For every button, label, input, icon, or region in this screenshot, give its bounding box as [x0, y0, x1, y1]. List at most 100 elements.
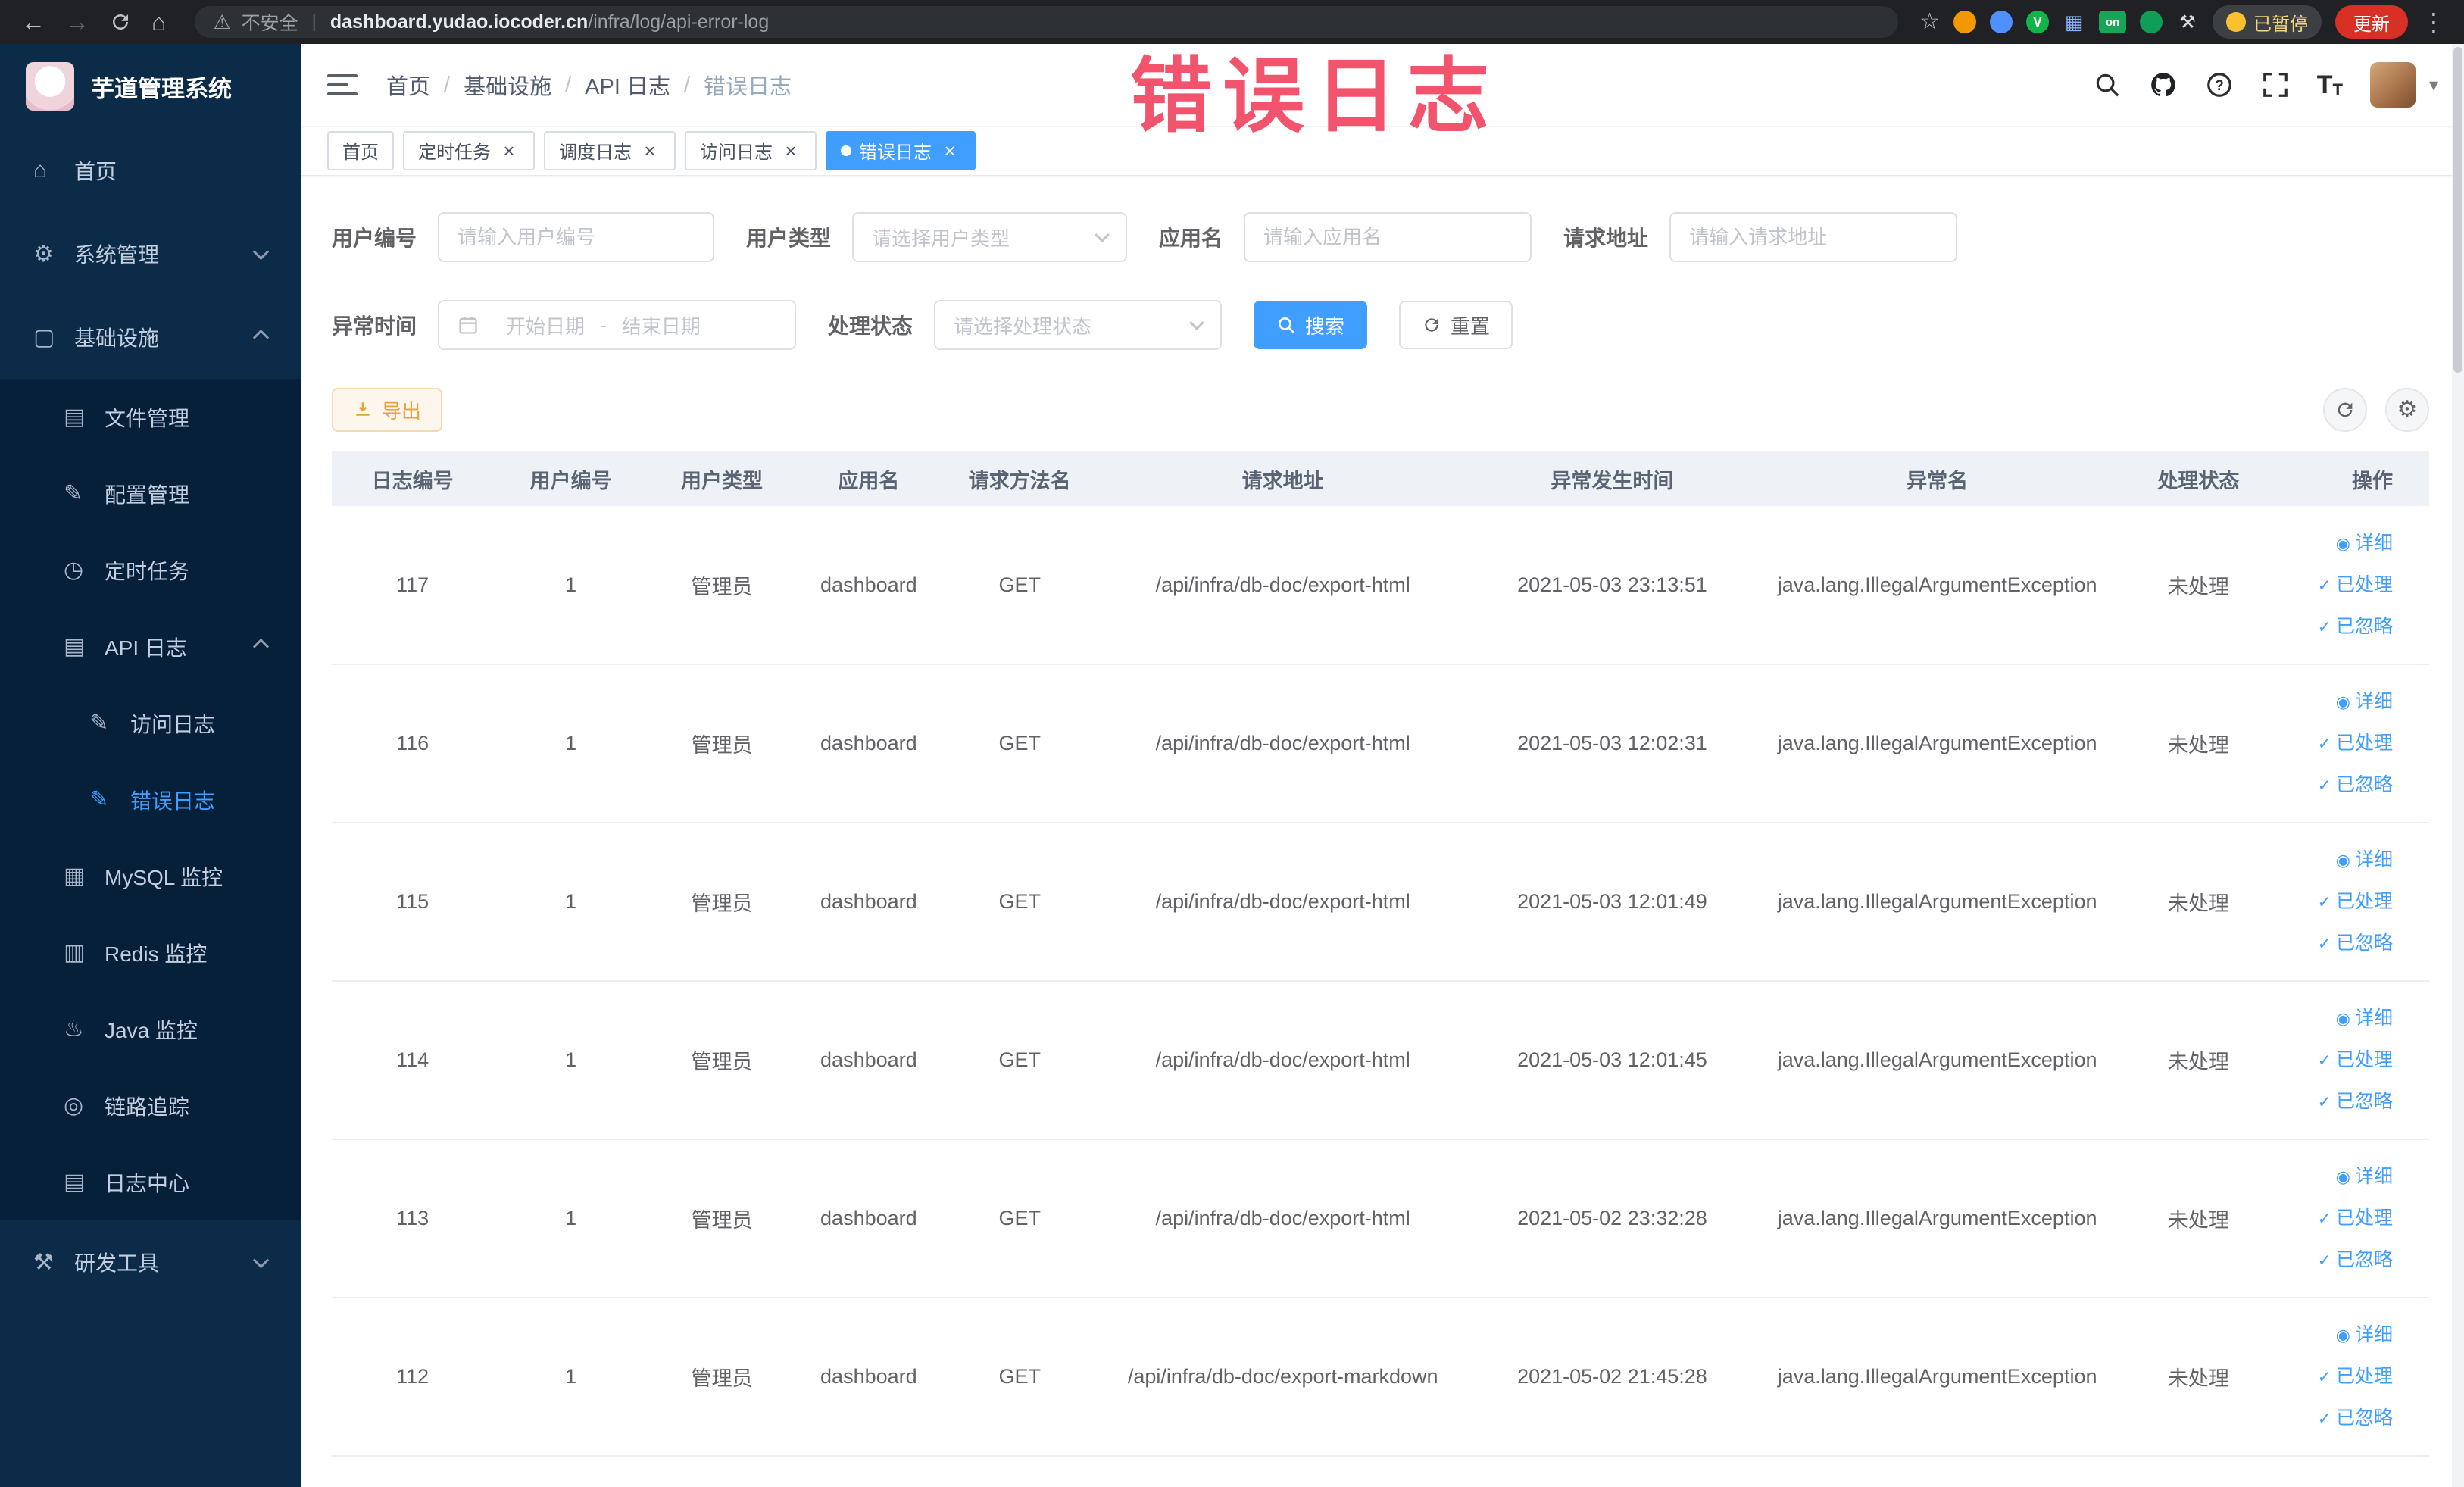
cell-method: GET: [942, 506, 1098, 665]
browser-menu-icon[interactable]: ⋮: [2422, 10, 2446, 34]
reload-icon[interactable]: [109, 11, 132, 33]
reset-button[interactable]: 重置: [1399, 301, 1513, 349]
sidebar-item-java[interactable]: ♨ Java 监控: [0, 991, 301, 1067]
extension-icon[interactable]: [1953, 11, 1976, 33]
exception-time-label: 异常时间: [332, 314, 417, 338]
paused-badge[interactable]: 已暂停: [2213, 5, 2322, 39]
app-logo[interactable]: 芋道管理系统: [0, 44, 301, 129]
user-type-label: 用户类型: [746, 226, 832, 250]
ignored-link[interactable]: ✓ 已忽略: [2278, 923, 2393, 964]
breadcrumb-item[interactable]: 首页: [386, 69, 430, 101]
user-avatar[interactable]: [2369, 62, 2416, 108]
exception-time-range[interactable]: 开始日期 - 结束日期: [438, 300, 797, 350]
sidebar-item-error-log[interactable]: ✎ 错误日志: [0, 761, 301, 838]
extension-icon[interactable]: ▦: [2063, 11, 2085, 33]
sidebar-item-access-log[interactable]: ✎ 访问日志: [0, 685, 301, 761]
cell-url: /api/infra/db-doc/export-html: [1097, 823, 1469, 982]
cell-app: dashboard: [795, 1139, 942, 1298]
home-icon[interactable]: ⌂: [151, 10, 166, 34]
detail-link[interactable]: ◉ 详细: [2278, 1314, 2393, 1356]
cell-id: 114: [332, 981, 494, 1140]
process-status-select[interactable]: 请选择处理状态: [934, 300, 1223, 350]
update-button[interactable]: 更新: [2335, 5, 2408, 39]
extension-icon[interactable]: [1990, 11, 2013, 33]
ignored-link[interactable]: ✓ 已忽略: [2278, 1398, 2393, 1439]
column-header: 处理状态: [2119, 451, 2278, 506]
extension-icon[interactable]: ⚒: [2176, 11, 2199, 33]
sidebar-item-infra[interactable]: ▢ 基础设施: [0, 295, 301, 379]
search-icon[interactable]: [2093, 70, 2122, 99]
close-icon[interactable]: ×: [780, 140, 801, 161]
sidebar-item-config[interactable]: ✎ 配置管理: [0, 455, 301, 532]
sidebar-item-file[interactable]: ▤ 文件管理: [0, 379, 301, 455]
cell-time: 2021-05-02 21:45:28: [1468, 1298, 1757, 1457]
app-name-input[interactable]: [1244, 212, 1532, 262]
ignored-link[interactable]: ✓ 已忽略: [2278, 1239, 2393, 1281]
detail-link[interactable]: ◉ 详细: [2278, 681, 2393, 723]
fullscreen-icon[interactable]: [2261, 70, 2290, 99]
detail-link[interactable]: ◉ 详细: [2278, 523, 2393, 564]
github-icon[interactable]: [2149, 70, 2178, 99]
processed-link[interactable]: ✓ 已处理: [2278, 723, 2393, 764]
detail-link[interactable]: ◉ 详细: [2278, 998, 2393, 1039]
help-icon[interactable]: ?: [2205, 70, 2234, 99]
refresh-button[interactable]: [2323, 388, 2367, 432]
cell-id: 115: [332, 823, 494, 982]
sidebar-item-mysql[interactable]: ▦ MySQL 监控: [0, 838, 301, 914]
check-icon: ✓: [2317, 617, 2331, 636]
processed-link[interactable]: ✓ 已处理: [2278, 1356, 2393, 1398]
extension-icon[interactable]: on: [2099, 11, 2126, 33]
scrollbar-thumb[interactable]: [2453, 47, 2462, 373]
sidebar-item-api-log[interactable]: ▤ API 日志: [0, 608, 301, 685]
request-url-input[interactable]: [1669, 212, 1958, 262]
tab-access-log[interactable]: 访问日志 ×: [685, 130, 817, 170]
font-size-icon[interactable]: TT: [2317, 70, 2343, 100]
forward-icon[interactable]: →: [65, 10, 89, 34]
extension-icon[interactable]: [2140, 11, 2163, 33]
detail-link[interactable]: ◉ 详细: [2278, 1156, 2393, 1198]
processed-link[interactable]: ✓ 已处理: [2278, 881, 2393, 923]
breadcrumb-item[interactable]: API 日志: [585, 69, 670, 101]
close-icon[interactable]: ×: [939, 140, 960, 161]
bookmark-star-icon[interactable]: ☆: [1919, 11, 1940, 33]
ignored-link[interactable]: ✓ 已忽略: [2278, 1081, 2393, 1123]
cell-id: 113: [332, 1139, 494, 1298]
sidebar-toggle-icon[interactable]: [327, 74, 358, 95]
close-icon[interactable]: ×: [639, 140, 661, 161]
ignored-link[interactable]: ✓ 已忽略: [2278, 606, 2393, 648]
sidebar-item-system[interactable]: ⚙ 系统管理: [0, 212, 301, 295]
export-button[interactable]: 导出: [332, 388, 443, 432]
processed-link[interactable]: ✓ 已处理: [2278, 1039, 2393, 1081]
extension-icon[interactable]: V: [2026, 11, 2049, 33]
chevron-down-icon[interactable]: ▾: [2429, 74, 2438, 96]
cell-url: /api/infra/db-doc/export-html: [1097, 506, 1469, 665]
cell-user-type: 管理员: [648, 1139, 795, 1298]
tab-error-log[interactable]: 错误日志 ×: [826, 130, 976, 170]
tab-job-log[interactable]: 调度日志 ×: [544, 130, 676, 170]
address-bar[interactable]: ⚠ 不安全 | dashboard.yudao.iocoder.cn/infra…: [195, 6, 1899, 38]
processed-link[interactable]: ✓ 已处理: [2278, 1198, 2393, 1239]
ignored-link[interactable]: ✓ 已忽略: [2278, 764, 2393, 806]
sidebar-item-home[interactable]: ⌂ 首页: [0, 129, 301, 212]
column-settings-button[interactable]: ⚙: [2385, 388, 2429, 432]
table-row: 115 1 管理员 dashboard GET/api/infra/db-doc/exp…: [332, 823, 2429, 982]
breadcrumb-item[interactable]: 基础设施: [464, 69, 551, 101]
sidebar-item-log-center[interactable]: ▤ 日志中心: [0, 1144, 301, 1220]
search-button[interactable]: 搜索: [1254, 301, 1368, 349]
user-type-select[interactable]: 请选择用户类型: [852, 212, 1128, 262]
cell-actions: ◉ 详细 ✓ 已处理 ✓ 已忽略: [2278, 823, 2429, 982]
sidebar-item-tools[interactable]: ⚒ 研发工具: [0, 1220, 301, 1304]
coffee-icon: ♨: [64, 1017, 84, 1042]
sidebar-item-redis[interactable]: ▥ Redis 监控: [0, 914, 301, 991]
scrollbar[interactable]: [2452, 44, 2464, 1487]
user-id-input[interactable]: [438, 212, 715, 262]
close-icon[interactable]: ×: [498, 140, 520, 161]
tab-home[interactable]: 首页: [327, 130, 394, 170]
table-row: 113 1 管理员 dashboard GET/api/infra/db-doc/exp…: [332, 1139, 2429, 1298]
sidebar-item-trace[interactable]: ◎ 链路追踪: [0, 1067, 301, 1144]
tab-job[interactable]: 定时任务 ×: [403, 130, 535, 170]
processed-link[interactable]: ✓ 已处理: [2278, 564, 2393, 606]
back-icon[interactable]: ←: [21, 10, 45, 34]
detail-link[interactable]: ◉ 详细: [2278, 839, 2393, 881]
sidebar-item-job[interactable]: ◷ 定时任务: [0, 532, 301, 608]
